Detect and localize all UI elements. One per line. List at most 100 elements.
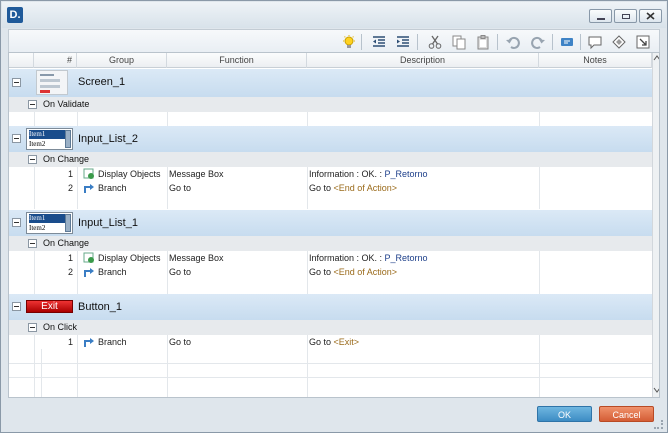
action-num: 2: [67, 183, 73, 193]
toolbar-separator: [497, 34, 498, 50]
thumb-item: Item1: [29, 214, 65, 223]
object-row-screen-1[interactable]: Screen_1: [9, 69, 659, 97]
action-function: Message Box: [169, 253, 224, 263]
event-row[interactable]: On Change: [9, 236, 659, 251]
app-logo-icon: D.: [7, 7, 23, 23]
paste-icon[interactable]: [475, 34, 491, 50]
close-button[interactable]: [639, 9, 662, 23]
lightbulb-icon[interactable]: [341, 34, 357, 50]
thumb-scrollbar: [65, 130, 71, 148]
action-function: Go to: [169, 267, 192, 277]
action-function: Message Box: [169, 169, 224, 179]
header-group[interactable]: Group: [77, 53, 167, 68]
collapse-toggle[interactable]: [12, 218, 21, 227]
cut-icon[interactable]: [427, 34, 443, 50]
description-text: Go to: [309, 183, 334, 193]
description-target: <Exit>: [333, 337, 360, 347]
object-name: Screen_1: [78, 76, 126, 88]
redo-icon[interactable]: [530, 34, 546, 50]
grid-header: # Group Function Description Notes: [9, 53, 659, 68]
action-description: Information : OK. : P_Retorno: [309, 169, 428, 179]
action-group: Branch: [98, 337, 127, 347]
cancel-button[interactable]: Cancel: [599, 406, 654, 422]
collapse-toggle[interactable]: [12, 302, 21, 311]
scroll-down-icon[interactable]: [653, 387, 660, 393]
scroll-up-icon[interactable]: [653, 55, 660, 61]
description-variable: P_Retorno: [384, 253, 428, 263]
copy-icon[interactable]: [451, 34, 467, 50]
empty-row: [9, 112, 659, 126]
action-num: 1: [67, 253, 73, 263]
collapse-toggle[interactable]: [28, 323, 37, 332]
close-icon: [646, 12, 655, 20]
button-thumbnail: Exit: [26, 300, 73, 313]
description-target: <End of Action>: [333, 183, 398, 193]
action-group: Branch: [98, 267, 127, 277]
action-row[interactable]: 2 Branch Go to Go to <End of Action>: [9, 181, 659, 195]
event-row[interactable]: On Click: [9, 320, 659, 335]
list-thumbnail-icon: Item1 Item2: [26, 212, 73, 234]
description-text: Go to: [309, 267, 334, 277]
indent-icon[interactable]: [395, 34, 411, 50]
collapse-toggle[interactable]: [28, 239, 37, 248]
collapse-toggle[interactable]: [28, 100, 37, 109]
export-icon[interactable]: [635, 34, 651, 50]
header-num[interactable]: #: [34, 53, 77, 68]
vertical-scrollbar[interactable]: [652, 53, 660, 397]
maximize-button[interactable]: [614, 9, 637, 23]
action-description: Go to <Exit>: [309, 337, 359, 347]
description-text: Information : OK. :: [309, 169, 385, 179]
comment-icon[interactable]: [559, 34, 575, 50]
toolbar-separator: [552, 34, 553, 50]
object-name: Input_List_1: [78, 217, 138, 229]
collapse-toggle[interactable]: [28, 155, 37, 164]
action-grid: # Group Function Description Notes Scree…: [8, 52, 660, 398]
action-description: Go to <End of Action>: [309, 183, 397, 193]
description-text: Information : OK. :: [309, 253, 385, 263]
ok-button[interactable]: OK: [537, 406, 592, 422]
object-row-input-list-1[interactable]: Item1 Item2 Input_List_1: [9, 210, 659, 236]
header-description[interactable]: Description: [307, 53, 539, 68]
action-row[interactable]: 1 Branch Go to Go to <Exit>: [9, 335, 659, 349]
maximize-icon: [622, 14, 630, 19]
note-icon[interactable]: [587, 34, 603, 50]
toolbar-separator: [580, 34, 581, 50]
object-row-button-1[interactable]: Exit Button_1: [9, 294, 659, 320]
toolbar-separator: [361, 34, 362, 50]
header-notes[interactable]: Notes: [539, 53, 652, 68]
event-row[interactable]: On Validate: [9, 97, 659, 112]
list-thumbnail-icon: Item1 Item2: [26, 128, 73, 150]
collapse-toggle[interactable]: [12, 134, 21, 143]
header-function[interactable]: Function: [167, 53, 307, 68]
thumb-item: Item2: [29, 224, 46, 232]
object-row-input-list-2[interactable]: Item1 Item2 Input_List_2: [9, 126, 659, 152]
event-name: On Change: [43, 238, 90, 248]
branch-icon: [84, 184, 94, 193]
action-description: Go to <End of Action>: [309, 267, 397, 277]
toolbar: [8, 29, 660, 53]
thumb-line: [40, 90, 50, 93]
minimize-button[interactable]: [589, 9, 612, 23]
action-group: Display Objects: [98, 253, 161, 263]
display-objects-icon: [83, 252, 94, 263]
description-text: Go to: [309, 337, 334, 347]
branch-icon: [84, 268, 94, 277]
resize-grip-icon[interactable]: [654, 420, 663, 429]
action-editor-window: D. # Group Function Description Notes Sc…: [0, 0, 668, 433]
action-row[interactable]: 2 Branch Go to Go to <End of Action>: [9, 265, 659, 279]
event-row[interactable]: On Change: [9, 152, 659, 167]
undo-icon[interactable]: [505, 34, 521, 50]
diamond-icon[interactable]: [611, 34, 627, 50]
action-row[interactable]: 1 Display Objects Message Box Informatio…: [9, 251, 659, 265]
empty-row: [9, 279, 659, 294]
action-row[interactable]: 1 Display Objects Message Box Informatio…: [9, 167, 659, 181]
empty-row: [9, 349, 659, 397]
display-objects-icon: [83, 168, 94, 179]
thumb-line: [40, 79, 60, 82]
outdent-icon[interactable]: [371, 34, 387, 50]
collapse-toggle[interactable]: [12, 78, 21, 87]
header-expand-col: [9, 53, 34, 68]
event-name: On Change: [43, 154, 90, 164]
empty-row: [9, 195, 659, 209]
dialog-footer: OK Cancel: [2, 399, 666, 432]
